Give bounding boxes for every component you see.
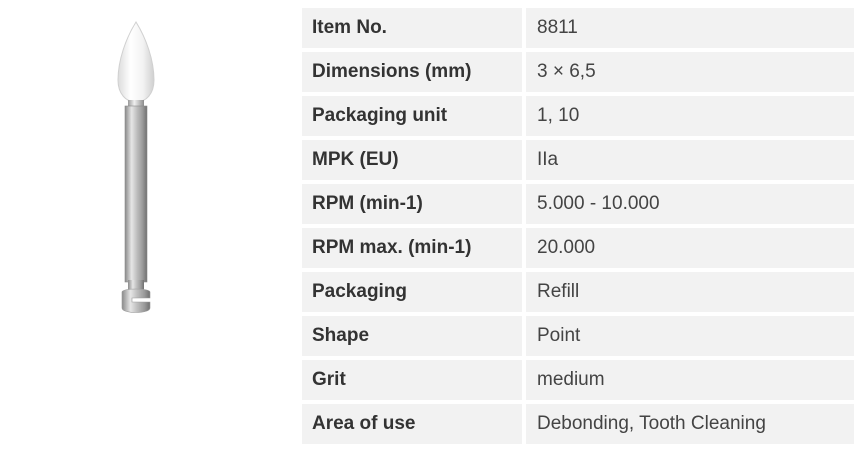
polishing-point-bur-image — [117, 21, 155, 313]
product-image — [108, 18, 164, 318]
spec-value: IIa — [526, 140, 854, 180]
spec-row-packaging-unit: Packaging unit 1, 10 — [302, 96, 854, 136]
spec-value: Refill — [526, 272, 854, 312]
spec-label: Shape — [302, 316, 522, 356]
spec-value: 5.000 - 10.000 — [526, 184, 854, 224]
spec-row-mpk: MPK (EU) IIa — [302, 140, 854, 180]
spec-value: medium — [526, 360, 854, 400]
spec-table: Item No. 8811 Dimensions (mm) 3 × 6,5 Pa… — [302, 8, 854, 448]
spec-value: 3 × 6,5 — [526, 52, 854, 92]
spec-row-area-of-use: Area of use Debonding, Tooth Cleaning — [302, 404, 854, 444]
spec-label: RPM (min-1) — [302, 184, 522, 224]
spec-label: Grit — [302, 360, 522, 400]
spec-value: 20.000 — [526, 228, 854, 268]
spec-label: Packaging — [302, 272, 522, 312]
spec-label: Item No. — [302, 8, 522, 48]
spec-label: RPM max. (min-1) — [302, 228, 522, 268]
spec-row-dimensions: Dimensions (mm) 3 × 6,5 — [302, 52, 854, 92]
spec-value: Debonding, Tooth Cleaning — [526, 404, 854, 444]
spec-value: 1, 10 — [526, 96, 854, 136]
spec-label: Dimensions (mm) — [302, 52, 522, 92]
spec-value: Point — [526, 316, 854, 356]
spec-value: 8811 — [526, 8, 854, 48]
spec-label: Packaging unit — [302, 96, 522, 136]
spec-row-rpm-max: RPM max. (min-1) 20.000 — [302, 228, 854, 268]
spec-row-packaging: Packaging Refill — [302, 272, 854, 312]
spec-row-shape: Shape Point — [302, 316, 854, 356]
spec-row-grit: Grit medium — [302, 360, 854, 400]
spec-label: Area of use — [302, 404, 522, 444]
spec-row-rpm: RPM (min-1) 5.000 - 10.000 — [302, 184, 854, 224]
spec-row-item-no: Item No. 8811 — [302, 8, 854, 48]
spec-label: MPK (EU) — [302, 140, 522, 180]
